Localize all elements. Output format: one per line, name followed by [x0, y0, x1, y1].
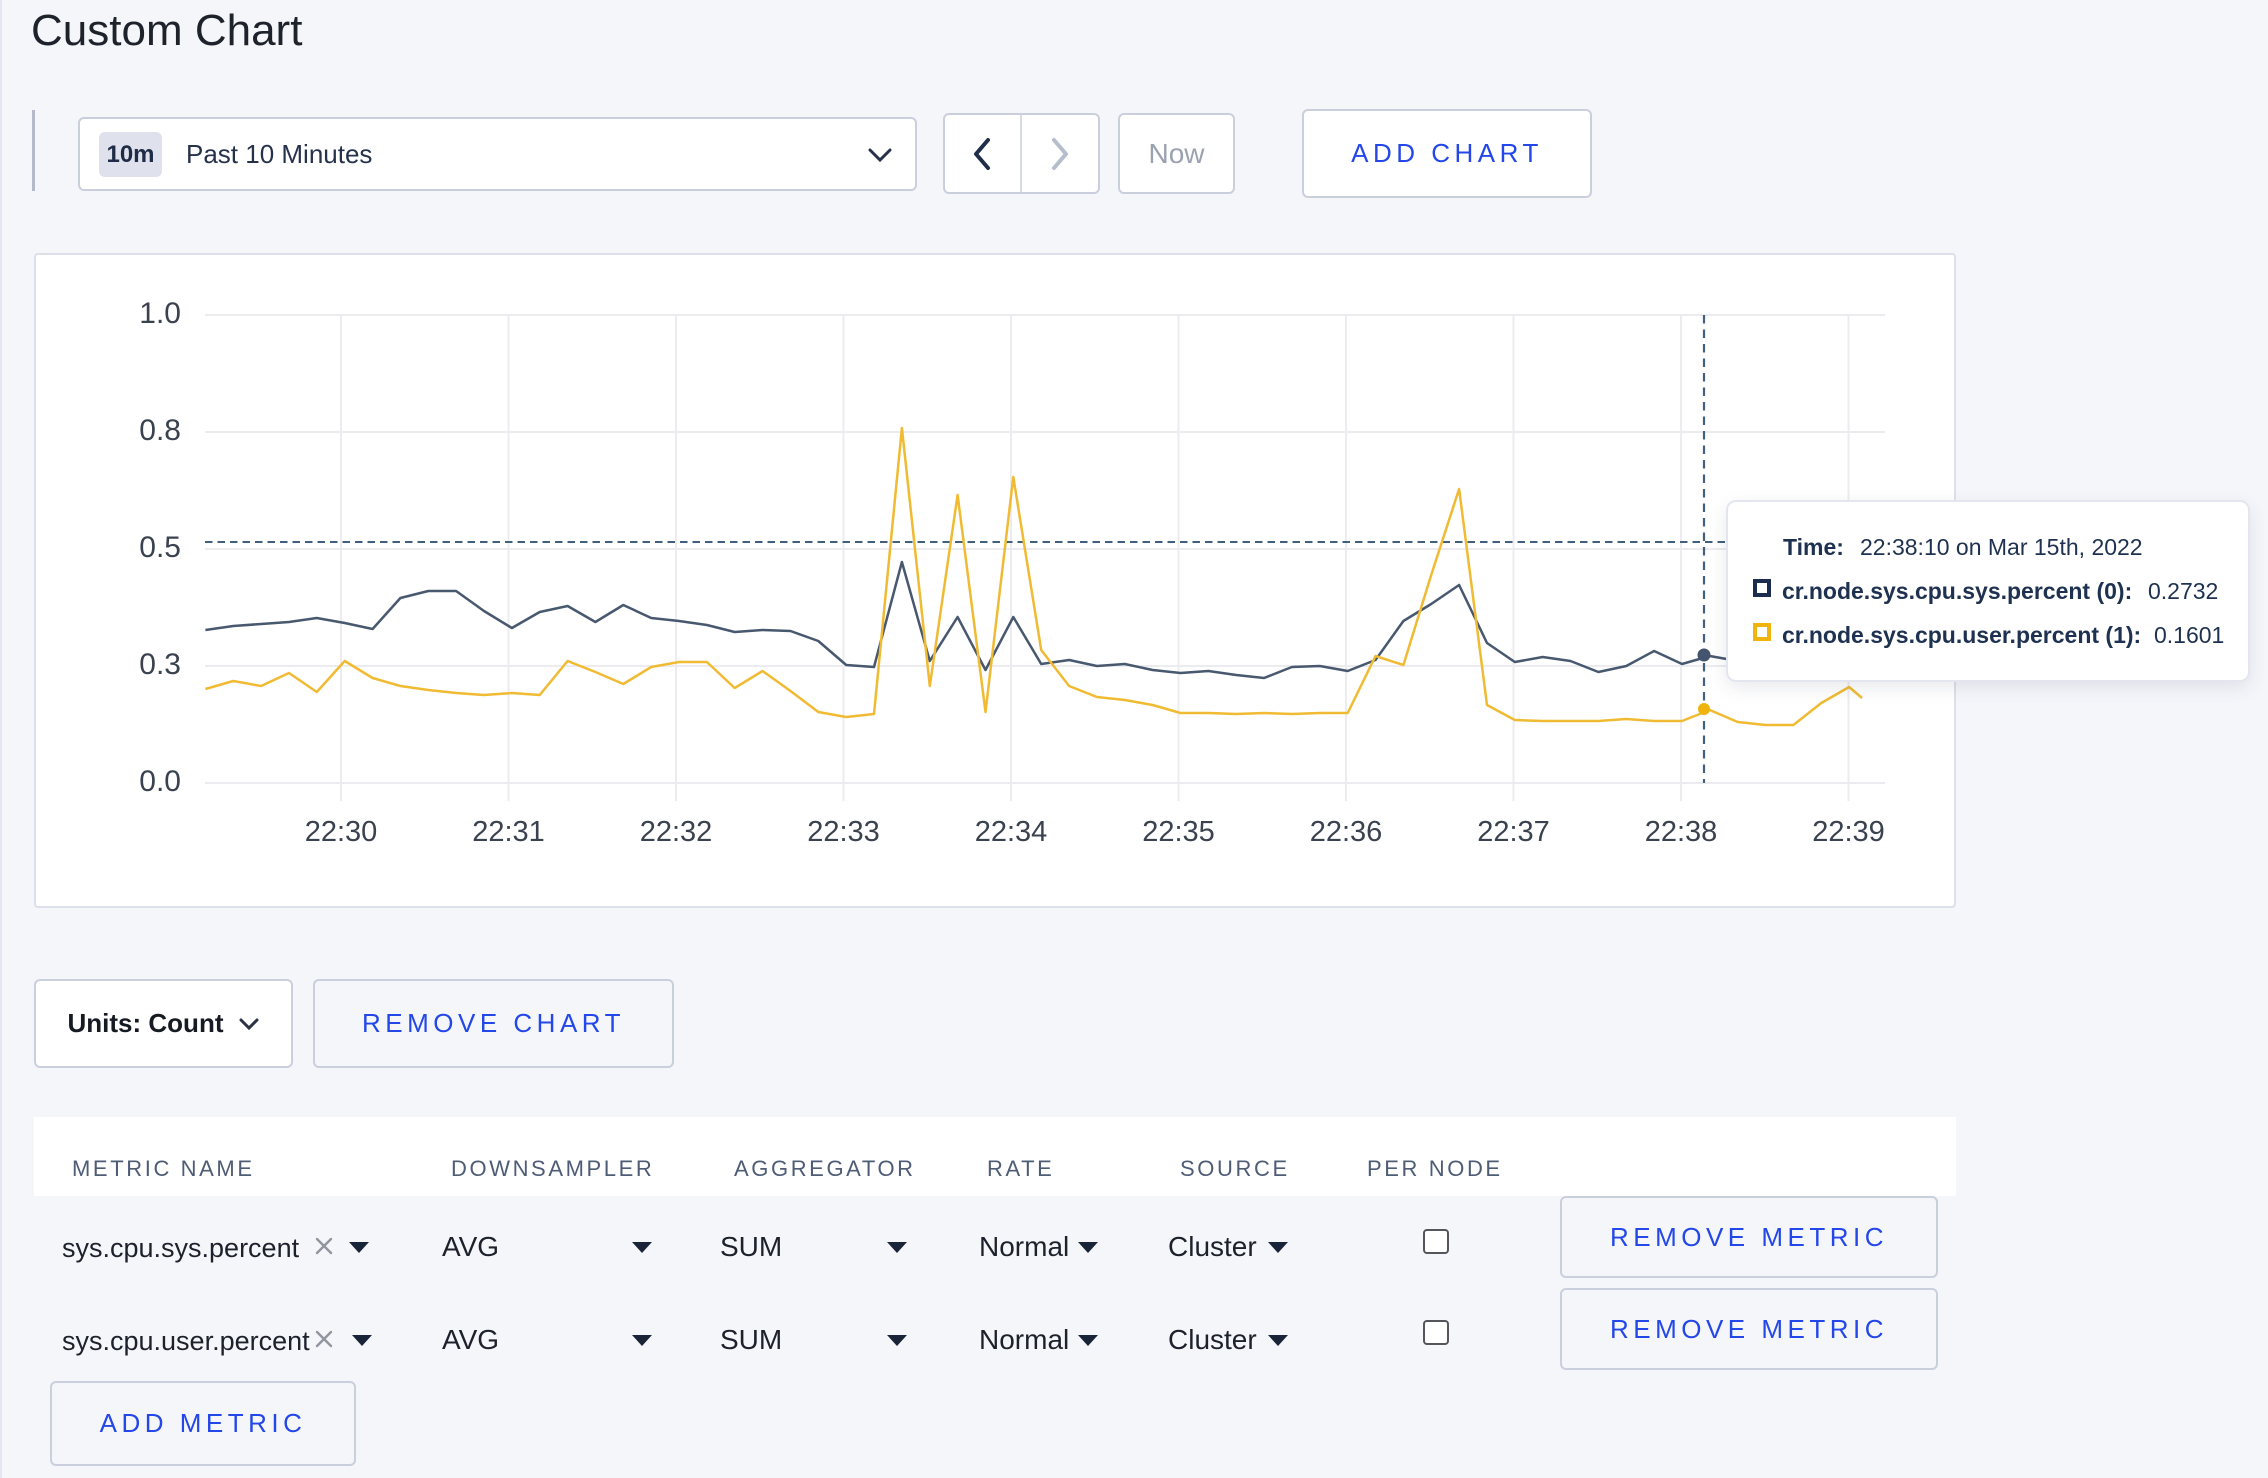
svg-text:22:37: 22:37 [1477, 816, 1550, 848]
svg-text:0.0: 0.0 [139, 765, 181, 798]
svg-text:22:32: 22:32 [640, 816, 713, 848]
svg-text:22:30: 22:30 [305, 816, 378, 848]
svg-text:22:34: 22:34 [975, 816, 1048, 848]
svg-text:0.5: 0.5 [139, 531, 181, 564]
svg-text:1.0: 1.0 [139, 297, 181, 330]
svg-text:22:33: 22:33 [807, 816, 880, 848]
svg-text:22:38: 22:38 [1645, 816, 1718, 848]
svg-text:22:31: 22:31 [472, 816, 545, 848]
svg-text:22:39: 22:39 [1812, 816, 1885, 848]
svg-text:0.8: 0.8 [139, 414, 181, 447]
svg-text:22:36: 22:36 [1310, 816, 1383, 848]
svg-text:0.3: 0.3 [139, 648, 181, 681]
svg-text:22:35: 22:35 [1142, 816, 1215, 848]
